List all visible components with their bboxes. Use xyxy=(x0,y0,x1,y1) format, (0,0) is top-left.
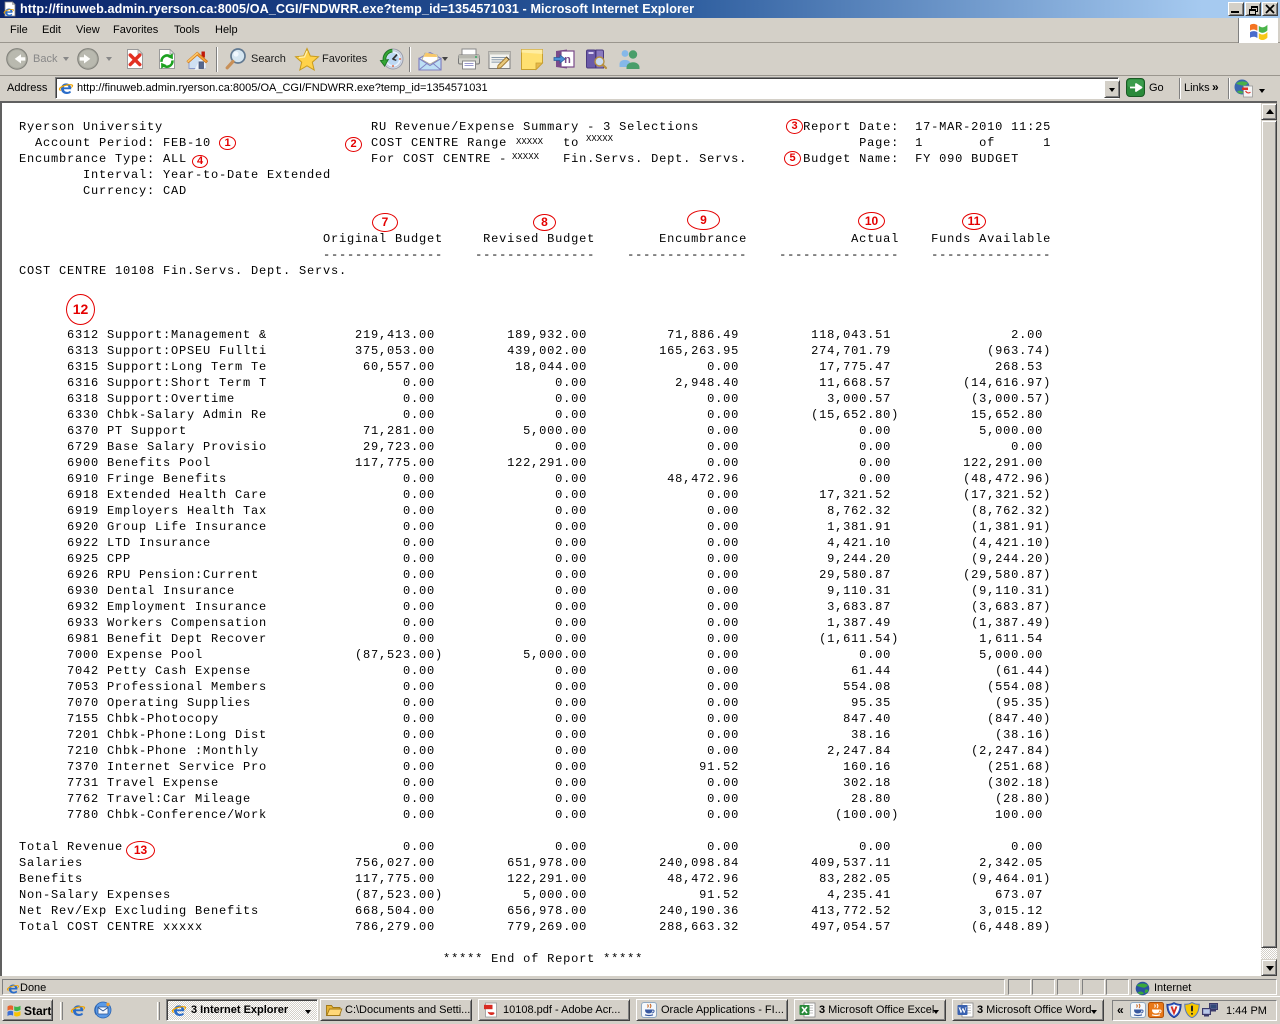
svg-text:n: n xyxy=(564,54,571,66)
svg-text:W: W xyxy=(958,1005,967,1015)
